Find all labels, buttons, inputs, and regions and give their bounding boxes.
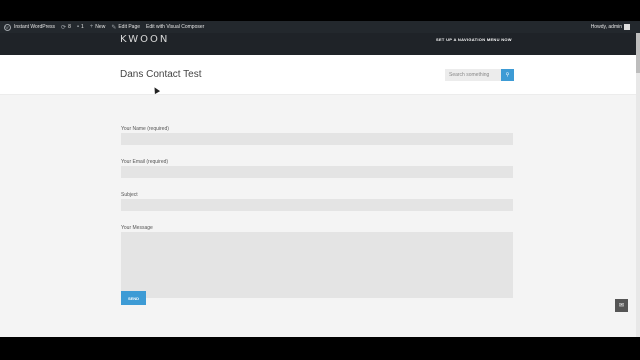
message-label: Your Message (121, 225, 153, 231)
updates-count: 8 (68, 24, 71, 30)
name-field[interactable] (121, 133, 513, 145)
scrollbar-thumb[interactable] (636, 33, 640, 73)
plus-icon: + (89, 24, 94, 30)
page-title: Dans Contact Test (120, 69, 202, 80)
wordpress-icon: W (3, 23, 11, 31)
search-icon: ⚲ (505, 72, 510, 78)
comments-link[interactable]: ▪ 1 (77, 24, 84, 30)
page-title-bar: Dans Contact Test ⚲ (0, 55, 640, 95)
mail-icon: ✉ (618, 303, 625, 309)
mail-widget[interactable]: ✉ (615, 299, 628, 312)
wp-admin-bar: W Instant WordPress ⟳ 8 ▪ 1 + New ✎ Edit… (0, 21, 640, 33)
subject-field[interactable] (121, 199, 513, 211)
screen: W Instant WordPress ⟳ 8 ▪ 1 + New ✎ Edit… (0, 0, 640, 360)
page-scrollbar[interactable] (636, 33, 640, 337)
wp-menu[interactable]: W (0, 21, 14, 33)
edit-visual-composer-link[interactable]: Edit with Visual Composer (146, 24, 204, 30)
edit-vc-label: Edit with Visual Composer (146, 24, 205, 30)
howdy-label: Howdy, admin (590, 24, 622, 30)
site-name-link[interactable]: Instant WordPress (14, 24, 55, 30)
nav-setup-link[interactable]: SET UP A NAVIGATION MENU NOW (436, 37, 512, 42)
email-field[interactable] (121, 166, 513, 178)
new-label: New (95, 24, 106, 30)
message-textarea[interactable] (121, 232, 513, 298)
comment-icon: ▪ (76, 24, 79, 30)
name-label: Your Name (required) (121, 126, 169, 132)
send-button[interactable]: SEND (121, 291, 146, 305)
browser-page: W Instant WordPress ⟳ 8 ▪ 1 + New ✎ Edit… (0, 21, 640, 337)
edit-page-label: Edit Page (118, 24, 141, 30)
search-input[interactable] (445, 69, 501, 81)
refresh-icon: ⟳ (61, 24, 67, 31)
subject-label: Subject (121, 192, 138, 198)
new-content-link[interactable]: + New (90, 24, 106, 30)
site-name-label: Instant WordPress (14, 24, 56, 30)
email-label: Your Email (required) (121, 159, 169, 165)
pencil-icon: ✎ (111, 24, 117, 31)
updates-link[interactable]: ⟳ 8 (61, 24, 71, 31)
edit-page-link[interactable]: ✎ Edit Page (111, 24, 140, 31)
site-header: KWOON SET UP A NAVIGATION MENU NOW (0, 33, 640, 55)
comments-count: 1 (81, 24, 84, 30)
site-logo[interactable]: KWOON (120, 34, 169, 45)
avatar (624, 24, 630, 30)
search-button[interactable]: ⚲ (501, 69, 514, 81)
account-menu[interactable]: Howdy, admin (591, 24, 640, 30)
